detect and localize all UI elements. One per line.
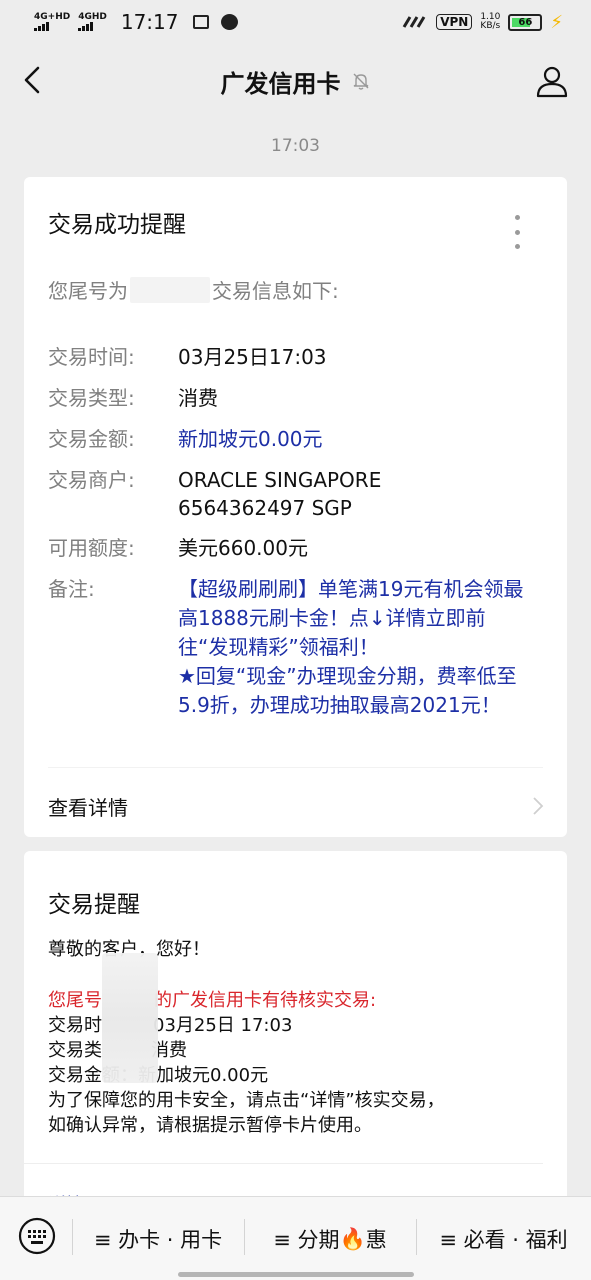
battery-icon: 66 [508,13,543,31]
home-indicator[interactable] [178,1272,414,1277]
transaction-success-card[interactable]: 交易成功提醒 您尾号为 交易信息如下: 交易时间: 03月25日17:03 交易… [24,177,567,837]
network-1-label: 4G+HD [34,12,71,22]
row-value: ORACLE SINGAPORE 6564362497 SGP [178,468,382,520]
chat-bubble-icon [220,14,238,30]
intro-prefix: 您尾号为 [48,279,128,303]
transaction-alert-card[interactable]: 交易提醒 尊敬的客户，您好！ 您尾号 的广发信用卡有待核实交易: 交易时 03月25… [24,851,567,1231]
chevron-right-icon[interactable] [531,795,545,817]
bottom-menu-bar: ≡ 办卡 · 用卡 ≡ 分期 🔥 惠 ≡ 必看 · 福利 [0,1196,591,1280]
row-type: 交易类型: 消费 [48,384,538,412]
status-left: 4G+HD 4GHD 17:17 [34,10,238,34]
alert-suffix: 的广发信用卡有待核实交易: [154,990,377,1011]
security-note-1: 为了保障您的用卡安全，请点击“详情”核实交易， [48,1090,445,1111]
type-label: 交易类 [48,1040,102,1061]
intro-suffix: 交易信息如下: [212,279,339,303]
back-arrow-icon[interactable] [16,62,52,98]
row-value: 消费 [178,386,218,410]
row-value: 新加坡元0.00元 [178,427,323,451]
vpn-badge: VPN [436,14,473,30]
network-2-label: 4GHD [78,12,107,22]
profile-icon[interactable] [535,64,569,98]
time-label: 交易时 [48,1015,102,1036]
divider [48,767,543,768]
row-label: 交易时间: [48,345,135,369]
mute-bell-icon [353,73,368,90]
amount-line: 交易金额：新加坡元0.00元 [48,1065,269,1086]
more-options-icon[interactable] [513,215,521,249]
signal-2: 4GHD [78,13,107,31]
signal-bars-icon [34,22,70,31]
signal-bars-icon [78,22,107,31]
time-value: 03月25日 17:03 [153,1015,293,1036]
menu-must-see-benefits[interactable]: ≡ 必看 · 福利 [416,1197,591,1280]
row-remark: 备注: 【超级刷刷刷】单笔满19元有机会领最高1888元刷卡金！点↓详情立即前往… [48,575,528,720]
net-speed: 1.10 KB/s [480,13,500,31]
view-details-link[interactable]: 查看详情 [48,792,128,821]
divider [24,1163,543,1164]
row-merchant: 交易商户: ORACLE SINGAPORE 6564362497 SGP [48,466,538,522]
clock: 17:17 [120,10,179,34]
row-value: 美元660.00元 [178,536,308,560]
page-title-text: 广发信用卡 [220,69,341,98]
menu-installment-prefix: ≡ 分期 [273,1228,340,1252]
masked-info [102,953,158,1083]
card-intro: 您尾号为 交易信息如下: [48,275,339,304]
alert-prefix: 您尾号 [48,990,102,1011]
row-available-credit: 可用额度: 美元660.00元 [48,534,538,562]
row-time: 交易时间: 03月25日17:03 [48,343,538,371]
masked-card-number [130,276,210,303]
battery-level: 66 [518,16,533,28]
menu-installment[interactable]: ≡ 分期 🔥 惠 [244,1197,416,1280]
message-timestamp: 17:03 [271,136,320,156]
time-line: 交易时 03月25日 17:03 [48,1013,292,1038]
menu-installment-suffix: 惠 [365,1228,387,1252]
security-note-2: 如确认异常，请根据提示暂停卡片使用。 [48,1115,372,1136]
row-label: 交易类型: [48,386,135,410]
row-value: 【超级刷刷刷】单笔满19元有机会领最高1888元刷卡金！点↓详情立即前往“发现精… [178,577,524,717]
net-speed-unit: KB/s [480,21,501,31]
fire-icon: 🔥 [339,1226,366,1251]
signal-1: 4G+HD [34,13,70,31]
card-title: 交易提醒 [48,892,140,918]
row-label: 可用额度: [48,536,135,560]
nav-bar: 广发信用卡 [0,44,591,118]
alert-line: 您尾号 的广发信用卡有待核实交易: [48,988,376,1013]
status-bar: 4G+HD 4GHD 17:17 VPN 1.10 KB/s 66 ⚡ [0,0,591,44]
menu-apply-use-card[interactable]: ≡ 办卡 · 用卡 [72,1197,244,1280]
mail-icon [192,15,209,29]
row-label: 备注: [48,577,95,601]
status-right: VPN 1.10 KB/s 66 ⚡ [402,12,563,33]
row-label: 交易金额: [48,427,135,451]
keyboard-icon[interactable] [18,1217,56,1255]
charging-bolt-icon: ⚡ [550,11,563,33]
row-label: 交易商户: [48,468,135,492]
row-amount: 交易金额: 新加坡元0.00元 [48,425,538,453]
card-title: 交易成功提醒 [48,212,186,238]
page-title: 广发信用卡 [221,64,371,99]
hd-signal-icon [402,16,426,28]
row-value: 03月25日17:03 [178,345,327,369]
